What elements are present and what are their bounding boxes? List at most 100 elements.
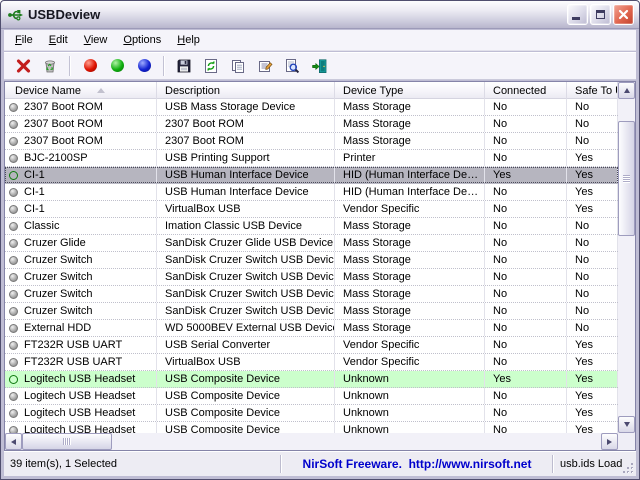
device-status-led-icon xyxy=(9,239,18,248)
cell-type: Mass Storage xyxy=(335,286,485,302)
cell-name: CI-1 xyxy=(5,201,157,217)
arrow-right-icon xyxy=(607,439,612,445)
device-row[interactable]: ClassicImation Classic USB DeviceMass St… xyxy=(5,218,618,235)
scroll-left-button[interactable] xyxy=(5,433,22,450)
cell-type: Vendor Specific xyxy=(335,337,485,353)
cell-connected: No xyxy=(485,218,567,234)
cell-safe: Yes xyxy=(567,371,618,387)
device-status-led-icon xyxy=(9,103,18,112)
menu-view[interactable]: View xyxy=(76,31,116,49)
vertical-scrollbar[interactable] xyxy=(618,82,635,433)
recycle-bin-button[interactable] xyxy=(38,54,62,78)
device-row[interactable]: FT232R USB UARTVirtualBox USBVendor Spec… xyxy=(5,354,618,371)
toolbar xyxy=(4,52,636,80)
menu-help[interactable]: Help xyxy=(169,31,208,49)
device-row[interactable]: CI-1USB Human Interface DeviceHID (Human… xyxy=(5,184,618,201)
cell-name: Cruzer Switch xyxy=(5,252,157,268)
usbdeview-window: USBDeview File Edit View Options Help xyxy=(0,0,640,480)
maximize-button[interactable] xyxy=(590,4,611,25)
cell-safe: Yes xyxy=(567,167,618,183)
blue-ball-button[interactable] xyxy=(132,54,156,78)
scroll-down-button[interactable] xyxy=(618,416,635,433)
device-row[interactable]: Cruzer SwitchSanDisk Cruzer Switch USB D… xyxy=(5,303,618,320)
copy-button[interactable] xyxy=(226,54,250,78)
refresh-button[interactable] xyxy=(199,54,223,78)
device-row[interactable]: External HDDWD 5000BEV External USB Devi… xyxy=(5,320,618,337)
column-header-device-name[interactable]: Device Name xyxy=(5,82,157,99)
device-row[interactable]: 2307 Boot ROM2307 Boot ROMMass StorageNo… xyxy=(5,116,618,133)
resize-grip-icon[interactable] xyxy=(622,462,635,475)
device-row[interactable]: Cruzer SwitchSanDisk Cruzer Switch USB D… xyxy=(5,286,618,303)
green-ball-button[interactable] xyxy=(105,54,129,78)
cell-type: Vendor Specific xyxy=(335,201,485,217)
device-row[interactable]: FT232R USB UARTUSB Serial ConverterVendo… xyxy=(5,337,618,354)
device-row[interactable]: Logitech USB HeadsetUSB Composite Device… xyxy=(5,371,618,388)
cell-description: SanDisk Cruzer Glide USB Device xyxy=(157,235,335,251)
cell-connected: No xyxy=(485,252,567,268)
status-items-count: 39 item(s), 1 Selected xyxy=(4,452,280,476)
cell-connected: No xyxy=(485,116,567,132)
status-nirsoft-link[interactable]: NirSoft Freeware. http://www.nirsoft.net xyxy=(282,452,552,476)
scroll-right-button[interactable] xyxy=(601,433,618,450)
vertical-scroll-thumb[interactable] xyxy=(618,121,635,236)
cell-safe: No xyxy=(567,99,618,115)
red-ball-button[interactable] xyxy=(78,54,102,78)
menu-edit[interactable]: Edit xyxy=(41,31,76,49)
device-row[interactable]: Cruzer GlideSanDisk Cruzer Glide USB Dev… xyxy=(5,235,618,252)
device-row[interactable]: Logitech USB HeadsetUSB Composite Device… xyxy=(5,405,618,422)
column-header-description[interactable]: Description xyxy=(157,82,335,99)
device-row[interactable]: Cruzer SwitchSanDisk Cruzer Switch USB D… xyxy=(5,269,618,286)
cell-safe: No xyxy=(567,116,618,132)
cell-type: Mass Storage xyxy=(335,116,485,132)
cell-connected: No xyxy=(485,354,567,370)
minimize-button[interactable] xyxy=(567,4,588,25)
device-row[interactable]: CI-1VirtualBox USBVendor SpecificNoYes xyxy=(5,201,618,218)
cell-type: Mass Storage xyxy=(335,99,485,115)
column-header-safe-to-unplug[interactable]: Safe To Unplug xyxy=(567,82,618,99)
usb-app-icon xyxy=(7,7,24,23)
scroll-up-button[interactable] xyxy=(618,82,635,99)
menu-file[interactable]: File xyxy=(7,31,41,49)
device-row[interactable]: Logitech USB HeadsetUSB Composite Device… xyxy=(5,388,618,405)
horizontal-scrollbar[interactable] xyxy=(5,433,618,450)
device-status-led-icon xyxy=(9,137,18,146)
cell-name: Logitech USB Headset xyxy=(5,388,157,404)
column-header-device-type[interactable]: Device Type xyxy=(335,82,485,99)
exit-button[interactable] xyxy=(307,54,331,78)
properties-button[interactable] xyxy=(253,54,277,78)
device-row[interactable]: 2307 Boot ROM2307 Boot ROMMass StorageNo… xyxy=(5,133,618,150)
save-button[interactable] xyxy=(172,54,196,78)
title-bar[interactable]: USBDeview xyxy=(1,1,639,29)
device-row[interactable]: CI-1USB Human Interface DeviceHID (Human… xyxy=(5,167,618,184)
device-row[interactable]: 2307 Boot ROMUSB Mass Storage DeviceMass… xyxy=(5,99,618,116)
device-row[interactable]: BJC-2100SPUSB Printing SupportPrinterNoY… xyxy=(5,150,618,167)
menu-options[interactable]: Options xyxy=(115,31,169,49)
cell-name: Logitech USB Headset xyxy=(5,371,157,387)
list-header: Device Name Description Device Type Conn… xyxy=(5,82,618,99)
device-status-led-icon xyxy=(9,188,18,197)
column-label: Safe To Unplug xyxy=(575,83,618,99)
device-row[interactable]: Cruzer SwitchSanDisk Cruzer Switch USB D… xyxy=(5,252,618,269)
device-row[interactable]: Logitech USB HeadsetUSB Composite Device… xyxy=(5,422,618,433)
column-label: Description xyxy=(165,83,220,99)
cell-name: BJC-2100SP xyxy=(5,150,157,166)
find-icon xyxy=(284,58,300,74)
cell-type: Unknown xyxy=(335,371,485,387)
save-icon xyxy=(176,58,192,74)
horizontal-scroll-thumb[interactable] xyxy=(22,433,112,450)
cell-connected: No xyxy=(485,422,567,433)
device-status-led-icon xyxy=(9,426,18,434)
close-button[interactable] xyxy=(613,4,634,25)
cell-description: SanDisk Cruzer Switch USB Device xyxy=(157,252,335,268)
uninstall-x-icon xyxy=(15,58,32,74)
cell-connected: Yes xyxy=(485,167,567,183)
arrow-down-icon xyxy=(624,422,630,427)
cell-connected: No xyxy=(485,150,567,166)
cell-description: USB Serial Converter xyxy=(157,337,335,353)
uninstall-device-button[interactable] xyxy=(11,54,35,78)
device-status-led-icon xyxy=(9,358,18,367)
column-header-connected[interactable]: Connected xyxy=(485,82,567,99)
cell-connected: No xyxy=(485,337,567,353)
device-list: Device Name Description Device Type Conn… xyxy=(4,81,636,451)
find-button[interactable] xyxy=(280,54,304,78)
